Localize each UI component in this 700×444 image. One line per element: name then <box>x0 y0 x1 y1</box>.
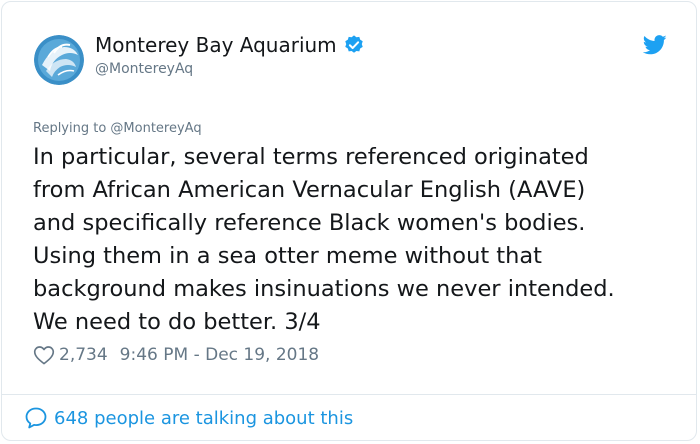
tweet-timestamp[interactable]: 9:46 PM - Dec 19, 2018 <box>120 345 319 365</box>
author-name-row[interactable]: Monterey Bay Aquarium <box>95 33 365 57</box>
twitter-bird-icon[interactable] <box>643 35 667 55</box>
replying-to: Replying to @MontereyAq <box>33 121 202 136</box>
like-count[interactable]: 2,734 <box>59 345 108 365</box>
verified-badge-icon <box>344 35 363 53</box>
author-name[interactable]: Monterey Bay Aquarium <box>95 33 337 57</box>
monterey-bay-aquarium-logo-icon <box>34 35 84 85</box>
talking-count[interactable]: 648 people are talking about this <box>54 408 353 429</box>
author-handle[interactable]: @MontereyAq <box>95 60 193 78</box>
avatar[interactable] <box>34 35 84 85</box>
speech-bubble-icon <box>25 407 47 429</box>
divider <box>1 394 697 395</box>
tweet-meta: 2,734 9:46 PM - Dec 19, 2018 <box>33 343 319 367</box>
conversation-link[interactable]: 648 people are talking about this <box>24 406 353 430</box>
tweet-text: In particular, several terms referenced … <box>33 144 615 335</box>
heart-icon[interactable] <box>33 345 55 365</box>
